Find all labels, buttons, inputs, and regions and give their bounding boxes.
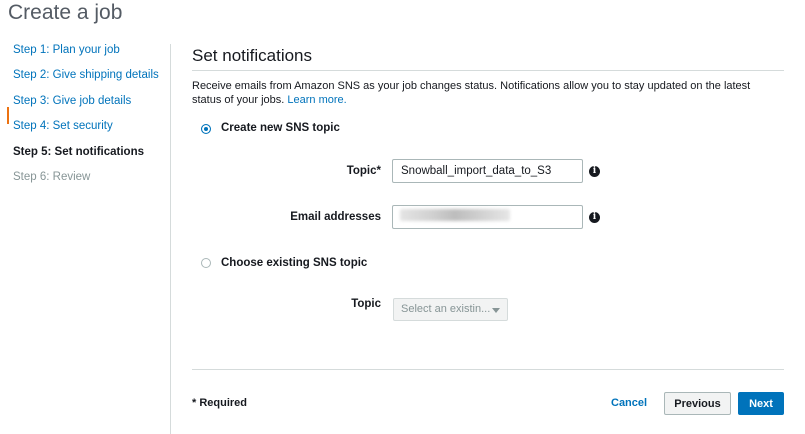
page-title: Create a job: [8, 1, 123, 24]
step-6-disabled: Step 6: Review: [13, 171, 91, 183]
section-title-divider: [192, 70, 784, 71]
step-2-link[interactable]: Step 2: Give shipping details: [13, 69, 159, 81]
section-title: Set notifications: [192, 46, 313, 65]
active-step-indicator: [7, 107, 9, 124]
step-4-link[interactable]: Step 4: Set security: [13, 120, 113, 132]
topic-field-label: Topic*: [346, 165, 381, 177]
existing-topic-select-placeholder: Select an existin...: [401, 303, 491, 315]
email-info-icon[interactable]: i: [589, 212, 600, 223]
footer-divider: [192, 369, 784, 370]
learn-more-link[interactable]: Learn more.: [287, 94, 346, 106]
step-1-link[interactable]: Step 1: Plan your job: [13, 44, 120, 56]
sidebar-divider: [170, 44, 171, 434]
next-button[interactable]: Next: [738, 392, 784, 415]
description-text: Receive emails from Amazon SNS as your j…: [192, 80, 751, 106]
previous-button[interactable]: Previous: [664, 392, 731, 415]
create-topic-label[interactable]: Create new SNS topic: [221, 122, 340, 134]
existing-topic-label[interactable]: Choose existing SNS topic: [221, 257, 367, 269]
cancel-button[interactable]: Cancel: [611, 397, 647, 409]
step-5-current: Step 5: Set notifications: [13, 146, 144, 158]
topic-name-input[interactable]: [392, 159, 583, 183]
required-note: * Required: [192, 397, 248, 409]
existing-topic-field-label: Topic: [351, 298, 381, 310]
redacted-email-value: [400, 209, 510, 221]
email-field-label: Email addresses: [290, 211, 381, 223]
create-topic-radio[interactable]: [201, 124, 211, 134]
existing-topic-select[interactable]: Select an existin...: [393, 298, 508, 321]
existing-topic-radio[interactable]: [201, 258, 211, 268]
section-description: Receive emails from Amazon SNS as your j…: [192, 79, 778, 107]
caret-down-icon: [492, 308, 500, 313]
topic-info-icon[interactable]: i: [589, 166, 600, 177]
step-3-link[interactable]: Step 3: Give job details: [13, 95, 131, 107]
